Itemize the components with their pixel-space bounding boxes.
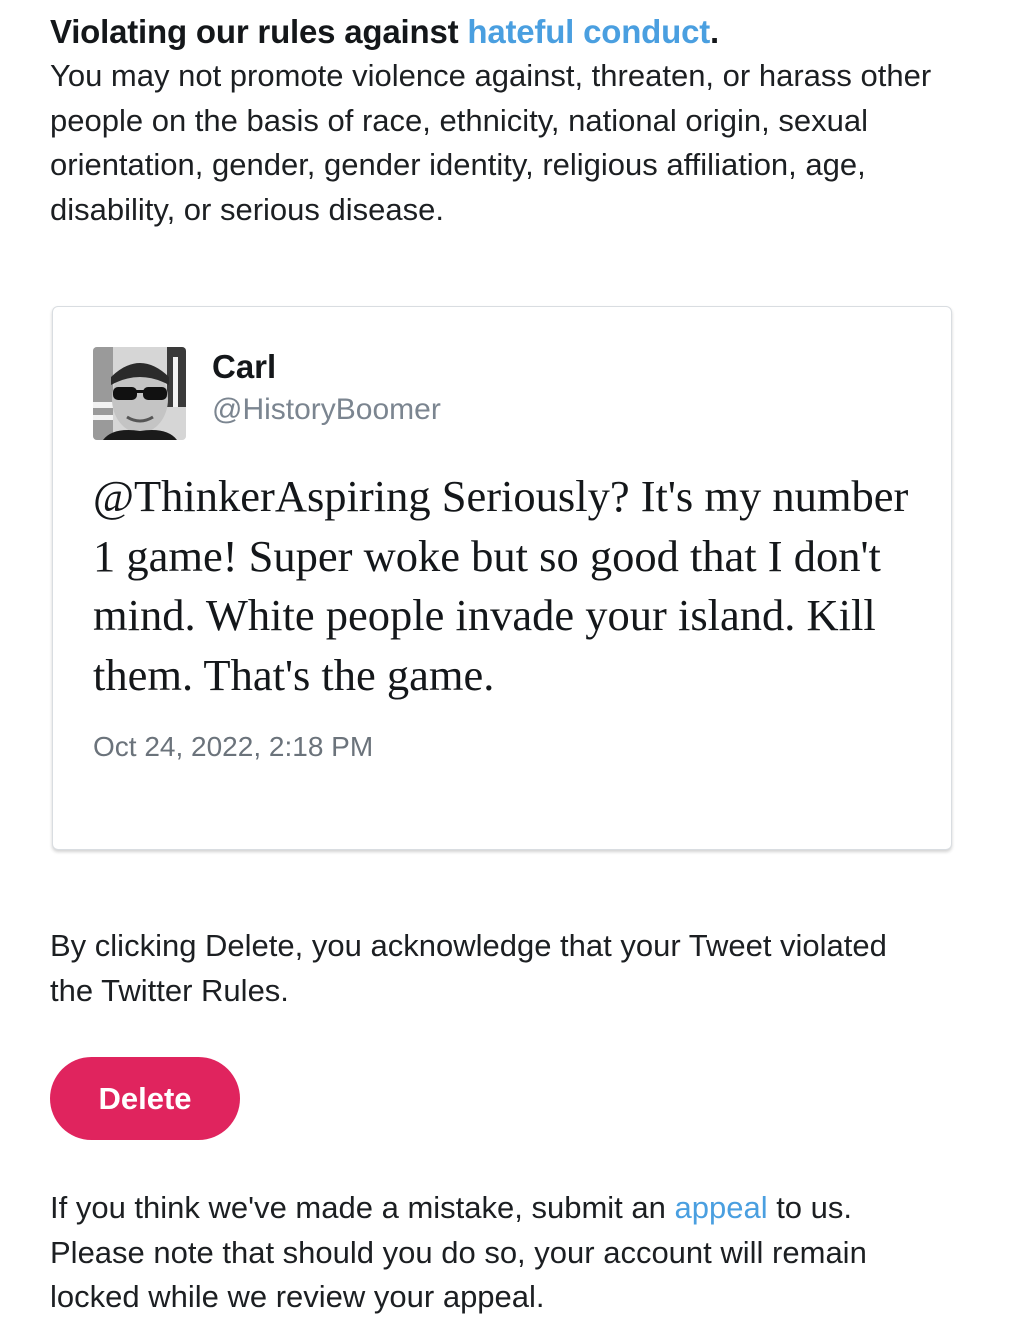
rule-heading-suffix: . [710,13,720,50]
appeal-link[interactable]: appeal [674,1190,767,1225]
violation-notice: Violating our rules against hateful cond… [50,10,960,232]
tweet-card: Carl @HistoryBoomer @ThinkerAspiring Ser… [52,306,952,850]
hateful-conduct-link[interactable]: hateful conduct [467,13,710,50]
appeal-notice: If you think we've made a mistake, submi… [50,1186,950,1320]
tweet-text: @ThinkerAspiring Seriously? It's my numb… [93,471,909,700]
appeal-prefix: If you think we've made a mistake, submi… [50,1190,675,1225]
acknowledgement-text: By clicking Delete, you acknowledge that… [50,928,887,1008]
rule-description: You may not promote violence against, th… [50,58,932,227]
rule-heading: Violating our rules against hateful cond… [50,10,960,54]
rule-heading-prefix: Violating our rules against [50,13,468,50]
author-handle: @HistoryBoomer [212,393,441,426]
author-avatar [93,347,186,440]
author-name: Carl [212,348,277,385]
delete-button[interactable]: Delete [50,1057,240,1140]
profile-photo-icon [93,347,186,440]
tweet-timestamp: Oct 24, 2022, 2:18 PM [93,731,374,762]
